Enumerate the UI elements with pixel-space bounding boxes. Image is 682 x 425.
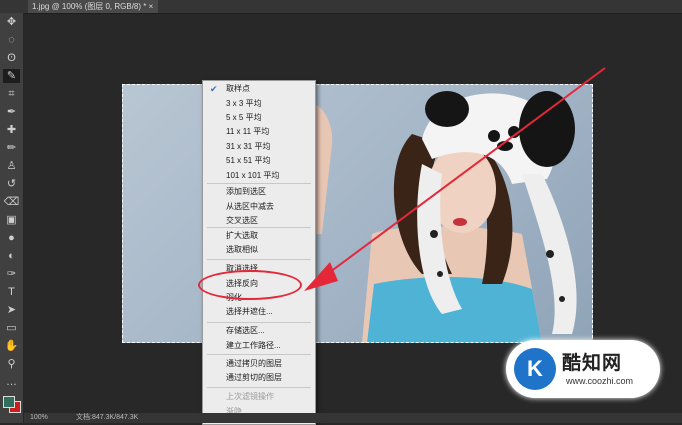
watermark-logo: K <box>514 348 556 390</box>
document-size[interactable]: 文档:847.3K/847.3K <box>76 413 138 423</box>
status-bar: 100% 文档:847.3K/847.3K <box>24 413 682 423</box>
watermark-url: www.coozhi.com <box>566 376 634 386</box>
foreground-color-swatch[interactable] <box>3 396 15 408</box>
zoom-readout[interactable]: 100% <box>30 413 48 423</box>
watermark-name: 酷知网 <box>562 353 623 374</box>
watermark: K 酷知网 www.coozhi.com <box>506 340 660 398</box>
